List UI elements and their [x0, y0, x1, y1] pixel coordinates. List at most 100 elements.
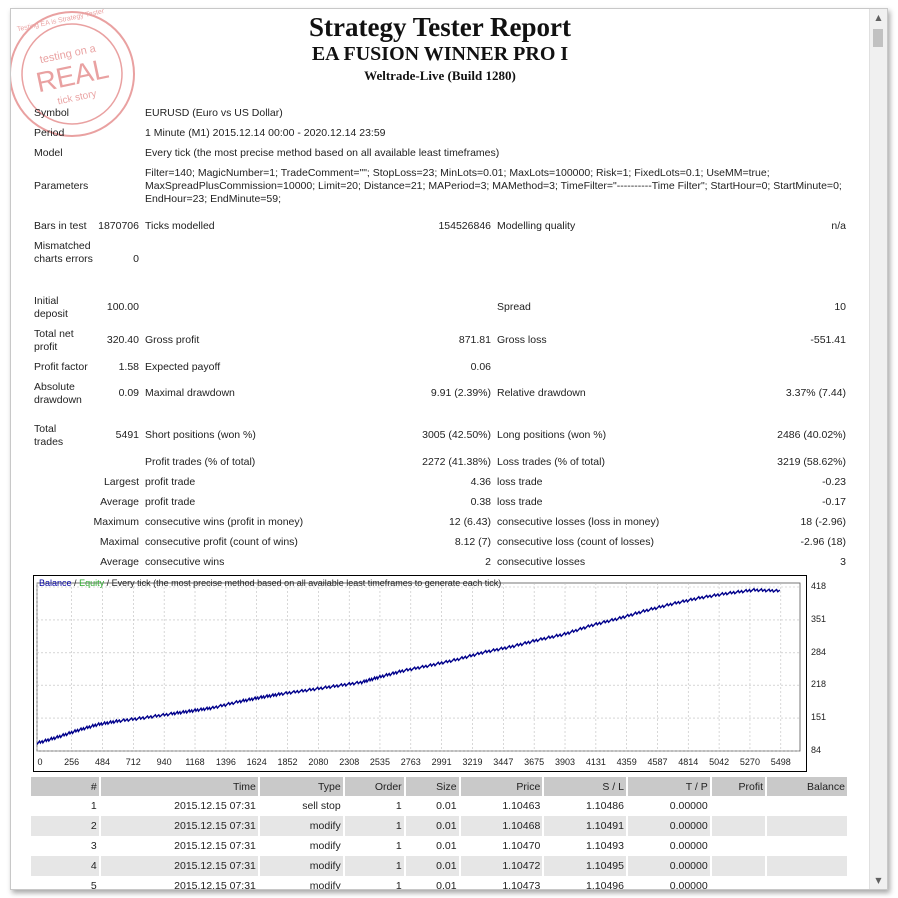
maximum-label: Maximum	[93, 516, 139, 528]
table-cell	[766, 816, 849, 836]
table-cell: 1	[31, 796, 101, 816]
maximal-loss-value: -2.96 (18)	[800, 536, 846, 548]
x-tick-label: 3903	[554, 757, 576, 767]
grossprofit-value: 871.81	[458, 334, 491, 346]
orders-header-row: # Time Type Order Size Price S / LT / P Profit B…	[31, 777, 849, 796]
short-value: 3005 (42.50%)	[422, 429, 491, 441]
y-tick-label: 351	[811, 613, 827, 624]
grossloss-value: -551.41	[810, 334, 846, 346]
table-cell: 1	[343, 816, 406, 836]
pf-label: Profit factor	[34, 361, 88, 373]
table-cell: 1.10473	[459, 876, 545, 889]
column-header: Time	[99, 777, 260, 796]
table-cell	[710, 836, 768, 856]
x-tick-label: 4359	[616, 757, 637, 767]
scroll-down-icon[interactable]: ▼	[870, 872, 887, 889]
table-row: 4 2015.12.15 07:31 modify 1 0.01 1.10472 1.104…	[31, 856, 849, 876]
x-tick-label: 1852	[277, 757, 298, 767]
x-tick-label: 0	[37, 757, 43, 767]
reldd-label: Relative drawdown	[497, 387, 586, 399]
table-cell: modify	[258, 856, 345, 876]
vertical-scrollbar[interactable]: ▲ ▼	[869, 9, 887, 889]
table-cell: 1.10495	[543, 856, 628, 876]
trades-value: 5491	[115, 429, 139, 441]
max-losses-value: 18 (-2.96)	[800, 516, 846, 528]
table-cell: 1.10496	[543, 876, 628, 889]
mismatch-value: 0	[133, 253, 139, 265]
table-cell: 0.01	[404, 816, 461, 836]
table-cell: 5	[31, 876, 101, 889]
table-cell: 4	[31, 856, 101, 876]
x-tick-label: 2080	[308, 757, 329, 767]
orders-body: 1 2015.12.15 07:31 sell stop 1 0.01 1.10463 1.…	[31, 796, 849, 889]
table-cell	[766, 856, 849, 876]
table-cell: sell stop	[258, 796, 345, 816]
bars-label: Bars in test	[34, 220, 87, 232]
table-cell: 2015.12.15 07:31	[99, 856, 260, 876]
table-cell: 1	[343, 876, 406, 889]
table-cell: 3	[31, 836, 101, 856]
x-tick-label: 484	[94, 757, 110, 767]
largest-loss-label: loss trade	[497, 476, 543, 488]
absdd-value: 0.09	[118, 387, 139, 399]
column-header: Profit	[710, 777, 768, 796]
deposit-value: 100.00	[106, 301, 139, 313]
table-cell: 1	[343, 836, 406, 856]
scroll-up-icon[interactable]: ▲	[870, 9, 887, 26]
table-cell	[766, 836, 849, 856]
long-label: Long positions (won %)	[497, 429, 607, 441]
table-cell: 0.00000	[627, 796, 712, 816]
maxdd-value: 9.91 (2.39%)	[430, 387, 491, 399]
largest-profit-value: 4.36	[470, 476, 491, 488]
reldd-value: 3.37% (7.44)	[785, 387, 846, 399]
y-tick-label: 218	[811, 679, 827, 690]
x-tick-label: 5498	[770, 757, 791, 767]
max-wins-value: 12 (6.43)	[448, 516, 491, 528]
period-label: Period	[34, 127, 65, 139]
table-cell: 0.00000	[627, 816, 712, 836]
table-cell: modify	[258, 816, 345, 836]
report-title: Strategy Tester Report	[309, 12, 571, 42]
orders-table: # Time Type Order Size Price S / LT / P Profit B…	[31, 777, 849, 889]
parameters-value: Filter=140; MagicNumber=1; TradeComment=…	[145, 167, 842, 205]
table-cell: 1.10470	[459, 836, 545, 856]
ticks-label: Ticks modelled	[145, 220, 215, 232]
losstrades-label: Loss trades (% of total)	[497, 456, 605, 468]
legend-balance: Balance	[39, 578, 72, 588]
column-header: Balance	[766, 777, 849, 796]
profittrades-label: Profit trades (% of total)	[145, 456, 256, 468]
quality-value: n/a	[831, 220, 846, 232]
report-window: testing on a REAL tick story Testing EA …	[10, 8, 888, 890]
scrollbar-thumb[interactable]	[873, 29, 883, 47]
max-wins-label: consecutive wins (profit in money)	[145, 516, 304, 528]
short-label: Short positions (won %)	[145, 429, 256, 441]
column-header: Order	[343, 777, 406, 796]
average-label: Average	[100, 496, 139, 508]
x-tick-label: 2308	[339, 757, 360, 767]
table-row: 2 2015.12.15 07:31 modify 1 0.01 1.10468 1.104…	[31, 816, 849, 836]
maxdd-label: Maximal drawdown	[145, 387, 235, 399]
maximal-label: Maximal	[99, 536, 139, 548]
column-header: T / P	[627, 777, 712, 796]
average-loss-value: -0.17	[822, 496, 846, 508]
avg-wins-value: 2	[485, 556, 491, 568]
y-tick-label: 151	[811, 712, 827, 723]
chart-title: / Every tick (the most precise method ba…	[106, 578, 502, 588]
column-header: Size	[404, 777, 461, 796]
max-losses-label: consecutive losses (loss in money)	[497, 516, 660, 528]
table-cell	[710, 796, 768, 816]
symbol-label: Symbol	[34, 107, 70, 119]
average2-label: Average	[100, 556, 139, 568]
x-tick-label: 4814	[678, 757, 699, 767]
x-tick-label: 5270	[739, 757, 760, 767]
x-tick-label: 2763	[400, 757, 421, 767]
column-header: Price	[459, 777, 545, 796]
chart-legend: Balance / Equity / Every tick (the most …	[39, 578, 501, 588]
y-tick-label: 284	[811, 646, 827, 657]
balance-chart	[33, 575, 807, 772]
table-cell: 2	[31, 816, 101, 836]
netprofit-value: 320.40	[106, 334, 139, 346]
table-cell: 1	[343, 796, 406, 816]
table-cell: 1	[343, 856, 406, 876]
x-tick-label: 2991	[431, 757, 452, 767]
